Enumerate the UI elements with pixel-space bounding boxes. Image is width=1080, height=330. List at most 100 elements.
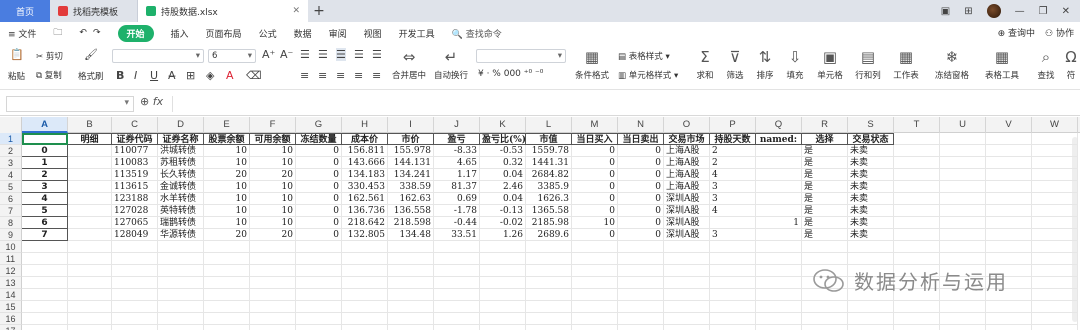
restore-icon[interactable]: ❐ [1039,6,1048,17]
cell-r7[interactable]: 是 [802,205,848,217]
column-header-o[interactable]: O [664,117,710,133]
cell-s4[interactable]: 未卖 [848,169,894,181]
cell-c8[interactable]: 127065 [112,217,158,229]
cell-o2[interactable]: 上海A股 [664,145,710,157]
cell-f8[interactable]: 10 [250,217,296,229]
empty-cell[interactable] [756,301,802,313]
empty-cell[interactable] [434,253,480,265]
cell-r8[interactable]: 是 [802,217,848,229]
empty-cell[interactable] [1032,181,1078,193]
empty-cell[interactable] [986,145,1032,157]
empty-cell[interactable] [526,253,572,265]
empty-cell[interactable] [480,241,526,253]
empty-cell[interactable] [434,277,480,289]
empty-cell[interactable] [1032,229,1078,241]
cell-m7[interactable]: 0 [572,205,618,217]
empty-cell[interactable] [986,205,1032,217]
row-col-button[interactable]: ▤ 行和列 [850,48,886,81]
empty-cell[interactable] [618,241,664,253]
cell-d5[interactable]: 金诚转债 [158,181,204,193]
empty-cell[interactable] [710,265,756,277]
row-header-7[interactable]: 7 [0,205,22,217]
empty-cell[interactable] [1032,145,1078,157]
cell-g7[interactable]: 0 [296,205,342,217]
empty-cell[interactable] [756,289,802,301]
column-header-q[interactable]: Q [756,117,802,133]
cell-p5[interactable]: 3 [710,181,756,193]
empty-cell[interactable] [940,145,986,157]
empty-cell[interactable] [480,265,526,277]
cell-s5[interactable]: 未卖 [848,181,894,193]
empty-cell[interactable] [894,169,940,181]
cell-o8[interactable]: 深圳A股 [664,217,710,229]
cell-n6[interactable]: 0 [618,193,664,205]
empty-cell[interactable] [1032,193,1078,205]
cell-d3[interactable]: 苏租转债 [158,157,204,169]
empty-cell[interactable] [618,253,664,265]
cell-q2[interactable] [756,145,802,157]
empty-cell[interactable] [22,241,68,253]
cell-b4[interactable] [68,169,112,181]
empty-cell[interactable] [756,325,802,330]
cell-i6[interactable]: 162.63 [388,193,434,205]
command-search[interactable]: 🔍 查找命令 [452,27,502,40]
empty-cell[interactable] [986,253,1032,265]
empty-cell[interactable] [388,277,434,289]
empty-cell[interactable] [434,289,480,301]
cell-g2[interactable]: 0 [296,145,342,157]
cell-d9[interactable]: 华源转债 [158,229,204,241]
cell-f9[interactable]: 20 [250,229,296,241]
cell-e7[interactable]: 10 [204,205,250,217]
empty-cell[interactable] [756,253,802,265]
name-box[interactable]: ▾ [6,96,134,112]
cell-f5[interactable]: 10 [250,181,296,193]
empty-cell[interactable] [618,277,664,289]
row-header-4[interactable]: 4 [0,169,22,181]
tab-home[interactable]: 首页 [0,0,50,22]
empty-cell[interactable] [986,325,1032,330]
empty-cell[interactable] [894,193,940,205]
cell-d6[interactable]: 水羊转债 [158,193,204,205]
empty-cell[interactable] [526,277,572,289]
new-tab-button[interactable]: + [308,0,330,22]
cell-o4[interactable]: 上海A股 [664,169,710,181]
cell-m1[interactable]: 当日买入 [572,133,618,145]
empty-cell[interactable] [342,313,388,325]
align-right-icon[interactable]: ≡ [336,69,345,82]
empty-cell[interactable] [572,253,618,265]
empty-cell[interactable] [940,229,986,241]
filter-button[interactable]: ⊽ 筛选 [720,48,750,81]
empty-cell[interactable] [986,313,1032,325]
empty-cell[interactable] [22,301,68,313]
cell-a3[interactable]: 1 [22,157,68,169]
cell-j7[interactable]: -1.78 [434,205,480,217]
empty-cell[interactable] [68,241,112,253]
empty-cell[interactable] [986,229,1032,241]
cell-e8[interactable]: 10 [204,217,250,229]
menu-review[interactable]: 审阅 [329,27,347,40]
empty-cell[interactable] [664,313,710,325]
empty-cell[interactable] [296,277,342,289]
empty-cell[interactable] [296,289,342,301]
cell-a5[interactable]: 3 [22,181,68,193]
sort-button[interactable]: ⇅ 排序 [750,48,780,81]
empty-cell[interactable] [710,241,756,253]
cell-j4[interactable]: 1.17 [434,169,480,181]
empty-cell[interactable] [1032,241,1078,253]
row-header-5[interactable]: 5 [0,181,22,193]
cell-c1[interactable]: 证券代码 [112,133,158,145]
cell-j8[interactable]: -0.44 [434,217,480,229]
cell-e9[interactable]: 20 [204,229,250,241]
cell-s1[interactable]: 交易状态 [848,133,894,145]
cell-r4[interactable]: 是 [802,169,848,181]
empty-cell[interactable] [68,277,112,289]
empty-cell[interactable] [664,277,710,289]
layout-icon[interactable]: ▣ [941,6,950,17]
empty-cell[interactable] [158,277,204,289]
cell-n2[interactable]: 0 [618,145,664,157]
cell-o1[interactable]: 交易市场 [664,133,710,145]
cell-c7[interactable]: 127028 [112,205,158,217]
cell-a6[interactable]: 4 [22,193,68,205]
cell-a4[interactable]: 2 [22,169,68,181]
empty-cell[interactable] [112,265,158,277]
